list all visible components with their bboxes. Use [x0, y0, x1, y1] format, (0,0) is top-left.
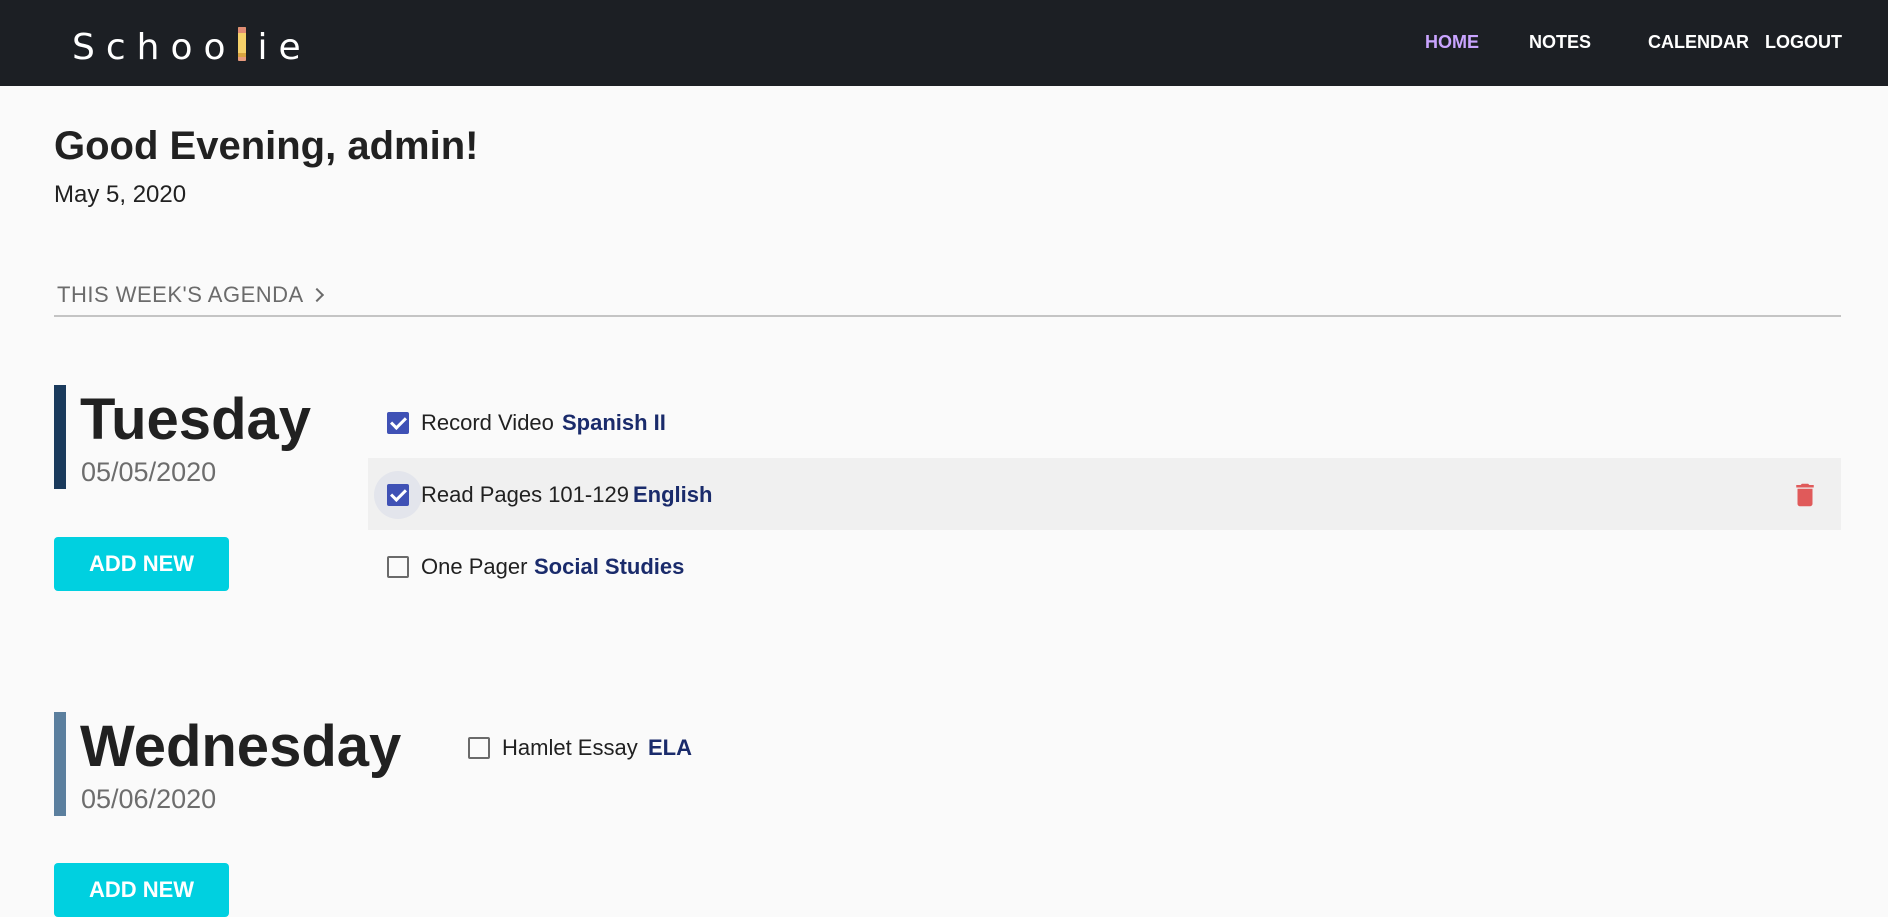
- nav-home[interactable]: HOME: [1425, 32, 1479, 53]
- greeting-title: Good Evening, admin!: [54, 124, 479, 168]
- task-title: Hamlet Essay: [502, 735, 638, 760]
- task-title: One Pager: [421, 554, 528, 579]
- add-new-button[interactable]: ADD NEW: [54, 863, 229, 917]
- logo-text-start: Schoo: [72, 27, 237, 68]
- day-name: Tuesday: [80, 387, 312, 452]
- task-subject[interactable]: Spanish II: [562, 410, 666, 436]
- task-item[interactable]: Hamlet Essay ELA: [449, 711, 1841, 783]
- task-subject[interactable]: Social Studies: [534, 554, 684, 580]
- day-color-bar: [54, 385, 66, 489]
- nav-notes[interactable]: NOTES: [1529, 32, 1591, 53]
- current-date: May 5, 2020: [54, 181, 187, 208]
- day-name: Wednesday: [80, 714, 402, 779]
- task-subject[interactable]: English: [633, 482, 712, 508]
- task-item[interactable]: Read Pages 101-129 English: [368, 458, 1841, 530]
- agenda-divider: [54, 315, 1841, 317]
- task-checkbox[interactable]: [387, 484, 409, 506]
- agenda-header-label: THIS WEEK'S AGENDA: [57, 282, 304, 307]
- chevron-right-icon: [309, 287, 324, 303]
- add-new-button[interactable]: ADD NEW: [54, 537, 229, 591]
- nav-logout[interactable]: LOGOUT: [1765, 32, 1842, 53]
- day-date: 05/05/2020: [81, 457, 217, 487]
- task-checkbox[interactable]: [387, 556, 409, 578]
- task-checkbox[interactable]: [387, 412, 409, 434]
- task-item[interactable]: Record Video Spanish II: [368, 386, 1841, 458]
- trash-icon[interactable]: [1790, 480, 1820, 510]
- day-color-bar: [54, 712, 66, 816]
- top-navbar: Schoo ie HOME NOTES CALENDAR LOGOUT: [0, 0, 1888, 86]
- task-subject[interactable]: ELA: [648, 735, 692, 761]
- pencil-icon: [237, 27, 246, 61]
- nav-calendar[interactable]: CALENDAR: [1648, 32, 1749, 53]
- weekly-agenda-link[interactable]: THIS WEEK'S AGENDA: [57, 282, 324, 308]
- logo-text-end: ie: [257, 27, 312, 68]
- task-item[interactable]: One Pager Social Studies: [368, 530, 1841, 602]
- task-title: Record Video: [421, 410, 554, 435]
- app-logo[interactable]: Schoo ie: [72, 26, 312, 70]
- day-date: 05/06/2020: [81, 784, 217, 814]
- task-checkbox[interactable]: [468, 737, 490, 759]
- task-title: Read Pages 101-129: [421, 482, 629, 507]
